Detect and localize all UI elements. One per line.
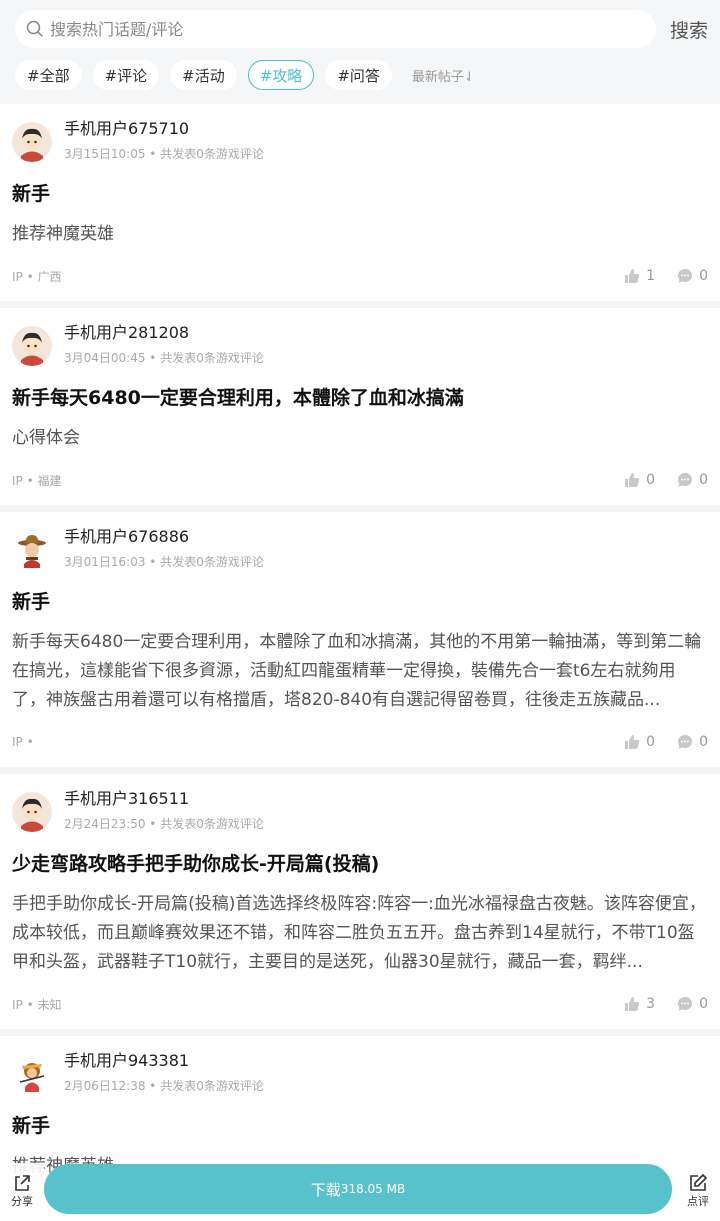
username[interactable]: 手机用户675710	[64, 118, 264, 140]
thumbs-up-icon	[625, 473, 640, 487]
download-button[interactable]: 下载 318.05 MB	[44, 1164, 672, 1214]
search-icon	[26, 20, 44, 38]
post-meta: 2月06日12:38 • 共发表0条游戏评论	[64, 1079, 264, 1093]
post-body[interactable]: 手把手助你成长-开局篇(投稿)首选选择终极阵容:阵容一:血光冰福禄盘古夜魅。该阵…	[12, 890, 708, 977]
post-header: 手机用户316511 2月24日23:50 • 共发表0条游戏评论	[12, 788, 708, 838]
post-meta: 3月01日16:03 • 共发表0条游戏评论	[64, 555, 264, 569]
post-body[interactable]: 心得体会	[12, 424, 708, 453]
comment-button[interactable]: 0	[677, 472, 708, 488]
monkey-avatar-icon[interactable]	[12, 1054, 52, 1094]
cowboy-avatar-icon[interactable]	[12, 530, 52, 570]
post-title[interactable]: 新手	[12, 1112, 708, 1140]
download-size: 318.05 MB	[340, 1182, 406, 1196]
thumbs-up-icon	[625, 735, 640, 749]
boy-avatar-icon[interactable]	[12, 792, 52, 832]
like-count: 0	[646, 472, 656, 488]
comment-bubble-icon	[678, 997, 693, 1011]
search-input[interactable]	[50, 19, 656, 39]
post-card[interactable]: 手机用户676886 3月01日16:03 • 共发表0条游戏评论 新手 新手每…	[0, 512, 720, 774]
like-count: 3	[646, 996, 656, 1012]
post-card[interactable]: 手机用户281208 3月04日00:45 • 共发表0条游戏评论 新手每天64…	[0, 308, 720, 512]
comment-button[interactable]: 0	[677, 734, 708, 750]
post-title[interactable]: 新手	[12, 180, 708, 208]
post-meta: 3月15日10:05 • 共发表0条游戏评论	[64, 147, 264, 161]
review-label: 点评	[687, 1195, 709, 1208]
search-box[interactable]	[15, 10, 656, 48]
top-bar: 搜索 #全部 #评论 #活动 #攻略 #问答 最新帖子⇃	[0, 0, 720, 104]
boy-avatar-icon[interactable]	[12, 326, 52, 366]
boy-avatar-icon[interactable]	[12, 122, 52, 162]
comment-button[interactable]: 0	[677, 996, 708, 1012]
tag-qa[interactable]: #问答	[325, 60, 392, 90]
post-card[interactable]: 手机用户675710 3月15日10:05 • 共发表0条游戏评论 新手 推荐神…	[0, 104, 720, 308]
share-button[interactable]: 分享	[0, 1163, 44, 1219]
ip-location: IP • 未知	[12, 997, 62, 1012]
comment-bubble-icon	[678, 735, 693, 749]
post-header: 手机用户281208 3月04日00:45 • 共发表0条游戏评论	[12, 322, 708, 372]
download-label: 下载	[310, 1180, 341, 1199]
ip-location: IP • 福建	[12, 473, 62, 488]
post-header: 手机用户675710 3月15日10:05 • 共发表0条游戏评论	[12, 118, 708, 168]
comment-count: 0	[699, 268, 708, 284]
post-footer: IP • 0 0	[12, 726, 708, 762]
post-meta: 2月24日23:50 • 共发表0条游戏评论	[64, 817, 264, 831]
post-footer: IP • 广西 1 0	[12, 260, 708, 296]
tag-comments[interactable]: #评论	[92, 60, 160, 90]
post-footer: IP • 福建 0 0	[12, 464, 708, 500]
search-button[interactable]: 搜索	[666, 16, 708, 43]
post-body[interactable]: 新手每天6480一定要合理利用，本體除了血和冰搞滿，其他的不用第一輪抽滿，等到第…	[12, 628, 708, 715]
post-body[interactable]: 推荐神魔英雄	[12, 220, 708, 249]
post-title[interactable]: 新手	[12, 588, 708, 616]
post-header: 手机用户943381 2月06日12:38 • 共发表0条游戏评论	[12, 1050, 708, 1100]
like-count: 0	[646, 734, 656, 750]
share-label: 分享	[11, 1195, 33, 1208]
post-header: 手机用户676886 3月01日16:03 • 共发表0条游戏评论	[12, 526, 708, 576]
bottom-action-bar: 分享 下载 318.05 MB 点评	[0, 1161, 720, 1221]
tag-filter-row: #全部 #评论 #活动 #攻略 #问答 最新帖子⇃	[15, 59, 708, 91]
tag-all[interactable]: #全部	[15, 60, 82, 90]
tag-events[interactable]: #活动	[170, 60, 237, 90]
post-title[interactable]: 少走弯路攻略手把手助你成长-开局篇(投稿)	[12, 850, 708, 878]
like-button[interactable]: 3	[624, 996, 655, 1012]
ip-location: IP • 广西	[12, 269, 62, 284]
thumbs-up-icon	[625, 997, 640, 1011]
post-meta: 3月04日00:45 • 共发表0条游戏评论	[64, 351, 264, 365]
comment-count: 0	[699, 996, 708, 1012]
comment-count: 0	[699, 734, 708, 750]
share-icon	[15, 1175, 30, 1191]
search-row: 搜索	[15, 10, 708, 48]
like-button[interactable]: 0	[624, 472, 655, 488]
sort-toggle[interactable]: 最新帖子⇃	[412, 66, 475, 85]
username[interactable]: 手机用户943381	[64, 1050, 264, 1072]
post-footer: IP • 未知 3 0	[12, 988, 708, 1024]
comment-button[interactable]: 0	[677, 268, 708, 284]
thumbs-up-icon	[625, 269, 640, 283]
post-title[interactable]: 新手每天6480一定要合理利用，本體除了血和冰搞滿	[12, 384, 708, 412]
comment-count: 0	[699, 472, 708, 488]
username[interactable]: 手机用户676886	[64, 526, 264, 548]
ip-location: IP •	[12, 735, 34, 749]
post-card[interactable]: 手机用户316511 2月24日23:50 • 共发表0条游戏评论 少走弯路攻略…	[0, 774, 720, 1036]
tag-guides[interactable]: #攻略	[247, 60, 315, 90]
comment-bubble-icon	[678, 269, 693, 283]
like-count: 1	[646, 268, 656, 284]
comment-bubble-icon	[678, 473, 693, 487]
username[interactable]: 手机用户281208	[64, 322, 264, 344]
like-button[interactable]: 0	[624, 734, 655, 750]
like-button[interactable]: 1	[624, 268, 655, 284]
review-button[interactable]: 点评	[676, 1163, 720, 1219]
edit-icon	[690, 1173, 708, 1191]
post-card[interactable]: 手机用户943381 2月06日12:38 • 共发表0条游戏评论 新手 推荐神…	[0, 1036, 720, 1181]
username[interactable]: 手机用户316511	[64, 788, 264, 810]
